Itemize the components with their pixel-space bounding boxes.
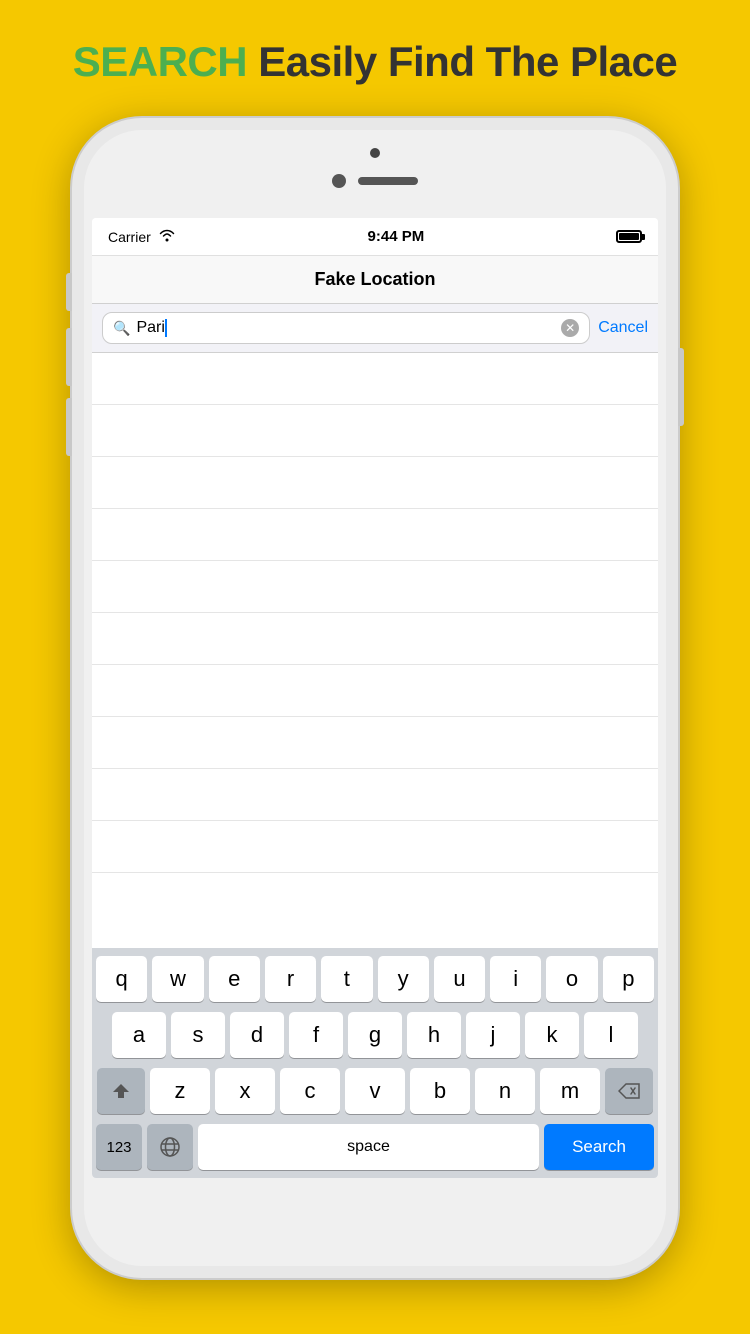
result-row-10[interactable] <box>92 821 658 873</box>
key-globe[interactable] <box>147 1124 193 1170</box>
cancel-button[interactable]: Cancel <box>598 315 648 341</box>
search-icon: 🔍 <box>113 320 130 337</box>
key-z[interactable]: z <box>150 1068 210 1114</box>
search-bar-container: 🔍 Pari ✕ Cancel <box>92 304 658 353</box>
phone-screen: Carrier 9:44 PM Fa <box>92 218 658 1178</box>
result-row-1[interactable] <box>92 353 658 405</box>
key-x[interactable]: x <box>215 1068 275 1114</box>
result-row-3[interactable] <box>92 457 658 509</box>
status-time: 9:44 PM <box>368 228 425 245</box>
keyboard-row-1: q w e r t y u i o p <box>96 956 654 1002</box>
phone-frame: Carrier 9:44 PM Fa <box>72 118 678 1278</box>
key-k[interactable]: k <box>525 1012 579 1058</box>
battery-container <box>616 230 642 243</box>
key-v[interactable]: v <box>345 1068 405 1114</box>
key-s[interactable]: s <box>171 1012 225 1058</box>
key-e[interactable]: e <box>209 956 260 1002</box>
key-j[interactable]: j <box>466 1012 520 1058</box>
page-header: SEARCH Easily Find The Place <box>0 38 750 86</box>
key-r[interactable]: r <box>265 956 316 1002</box>
side-btn-power <box>678 348 684 426</box>
nav-title: Fake Location <box>314 269 435 290</box>
carrier-info: Carrier <box>108 228 176 245</box>
key-b[interactable]: b <box>410 1068 470 1114</box>
battery-fill <box>619 233 639 240</box>
front-camera <box>332 174 346 188</box>
key-space[interactable]: space <box>198 1124 539 1170</box>
header-rest-text: Easily Find The Place <box>258 38 677 85</box>
clear-button[interactable]: ✕ <box>561 319 579 337</box>
key-h[interactable]: h <box>407 1012 461 1058</box>
key-t[interactable]: t <box>321 956 372 1002</box>
result-row-6[interactable] <box>92 613 658 665</box>
nav-bar: Fake Location <box>92 256 658 304</box>
key-123[interactable]: 123 <box>96 1124 142 1170</box>
result-row-5[interactable] <box>92 561 658 613</box>
search-input-wrapper[interactable]: 🔍 Pari ✕ <box>102 312 590 344</box>
result-row-2[interactable] <box>92 405 658 457</box>
key-o[interactable]: o <box>546 956 597 1002</box>
key-m[interactable]: m <box>540 1068 600 1114</box>
keyboard-bottom-row: 123 space Search <box>96 1124 654 1170</box>
search-text-value: Pari <box>136 319 164 336</box>
status-bar: Carrier 9:44 PM <box>92 218 658 256</box>
result-row-4[interactable] <box>92 509 658 561</box>
key-f[interactable]: f <box>289 1012 343 1058</box>
search-button[interactable]: Search <box>544 1124 654 1170</box>
text-cursor <box>165 319 167 337</box>
key-l[interactable]: l <box>584 1012 638 1058</box>
keyboard-row-3: z x c v b n m <box>96 1068 654 1114</box>
screen-content: Carrier 9:44 PM Fa <box>92 218 658 1178</box>
side-btn-vol-down <box>66 398 72 456</box>
result-row-9[interactable] <box>92 769 658 821</box>
key-c[interactable]: c <box>280 1068 340 1114</box>
key-a[interactable]: a <box>112 1012 166 1058</box>
result-row-7[interactable] <box>92 665 658 717</box>
side-btn-vol-up <box>66 328 72 386</box>
side-btn-mute <box>66 273 72 311</box>
shift-key[interactable] <box>97 1068 145 1114</box>
results-area <box>92 353 658 948</box>
key-d[interactable]: d <box>230 1012 284 1058</box>
key-p[interactable]: p <box>603 956 654 1002</box>
keyboard-row-2: a s d f g h j k l <box>96 1012 654 1058</box>
key-u[interactable]: u <box>434 956 485 1002</box>
key-g[interactable]: g <box>348 1012 402 1058</box>
key-y[interactable]: y <box>378 956 429 1002</box>
key-i[interactable]: i <box>490 956 541 1002</box>
speaker-grille <box>358 177 418 185</box>
key-w[interactable]: w <box>152 956 203 1002</box>
result-row-8[interactable] <box>92 717 658 769</box>
keyboard: q w e r t y u i o p a s d f g <box>92 948 658 1178</box>
phone-notch <box>332 174 418 188</box>
search-word: SEARCH <box>73 38 247 85</box>
key-q[interactable]: q <box>96 956 147 1002</box>
wifi-icon <box>158 228 176 245</box>
carrier-label: Carrier <box>108 229 151 245</box>
front-camera-dot <box>370 148 380 158</box>
search-input-display[interactable]: Pari <box>136 319 555 337</box>
delete-key[interactable] <box>605 1068 653 1114</box>
key-n[interactable]: n <box>475 1068 535 1114</box>
